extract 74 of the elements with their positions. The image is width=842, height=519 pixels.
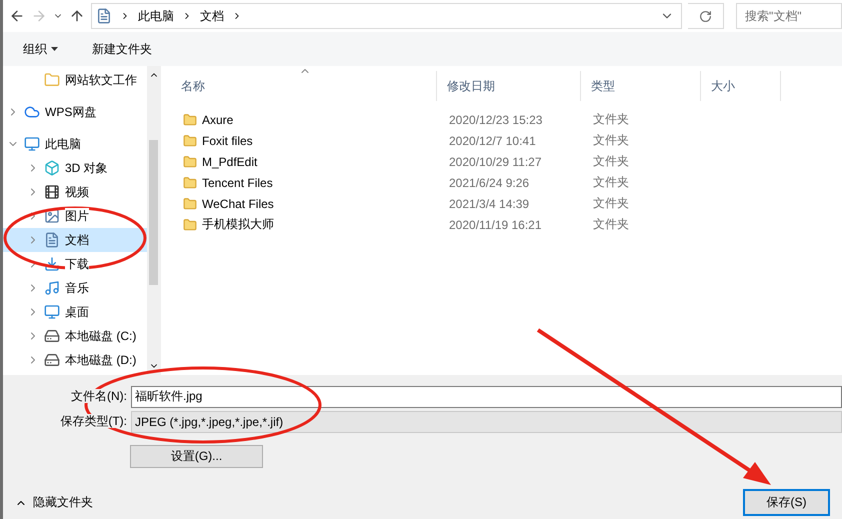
sidebar-item[interactable]: 图片 xyxy=(3,204,147,228)
sidebar-item[interactable]: WPS网盘 xyxy=(3,100,147,124)
file-name[interactable]: WeChat Files xyxy=(171,196,437,210)
file-name[interactable]: 手机模拟大师 xyxy=(171,216,437,233)
file-type: 文件夹 xyxy=(592,195,630,212)
new-folder-button[interactable]: 新建文件夹 xyxy=(90,38,154,60)
sidebar-item[interactable]: 3D 对象 xyxy=(3,156,147,180)
sidebar-item[interactable]: 本地磁盘 (D:) xyxy=(3,348,147,372)
folder-icon xyxy=(44,72,60,88)
arrow-right-icon xyxy=(31,8,47,24)
file-type: 文件夹 xyxy=(592,216,630,233)
hide-folders-toggle[interactable]: 隐藏文件夹 xyxy=(15,494,93,511)
folder-icon xyxy=(183,176,197,190)
folder-icon xyxy=(183,154,197,168)
cube-icon xyxy=(44,160,60,176)
file-name[interactable]: Axure xyxy=(171,112,437,126)
file-type: 文件夹 xyxy=(592,174,630,191)
file-name[interactable]: Foxit files xyxy=(171,134,437,148)
refresh-icon xyxy=(699,10,712,22)
sidebar-item[interactable]: 视频 xyxy=(3,180,147,204)
music-icon xyxy=(44,280,60,296)
field-label: 文件名(N): xyxy=(71,389,127,403)
back-button[interactable] xyxy=(9,8,25,24)
folder-icon xyxy=(183,218,197,232)
sidebar-item[interactable]: 音乐 xyxy=(3,276,147,300)
modified-date: 2020/12/23 15:23 xyxy=(448,112,544,126)
drive-icon xyxy=(44,352,60,368)
download-icon xyxy=(44,256,60,272)
file-type: 文件夹 xyxy=(592,132,630,149)
organize-menu[interactable]: 组织 xyxy=(21,38,60,60)
modified-date: 2020/10/29 11:27 xyxy=(448,154,543,168)
desktop-icon xyxy=(44,304,60,320)
field-label: 保存类型(T): xyxy=(60,414,127,428)
folder-icon xyxy=(183,196,197,210)
video-icon xyxy=(44,184,60,200)
breadcrumb[interactable]: 此电脑 xyxy=(138,8,174,24)
refresh-button[interactable] xyxy=(688,3,724,29)
document-icon xyxy=(96,8,112,24)
drive-icon xyxy=(44,328,60,344)
save-button[interactable]: 保存(S) xyxy=(743,489,830,516)
file-name[interactable]: Tencent Files xyxy=(171,176,437,190)
modified-date: 2020/11/19 16:21 xyxy=(448,218,543,232)
sidebar-item[interactable]: 下载 xyxy=(3,252,147,276)
folder-icon xyxy=(183,112,197,126)
column-header[interactable]: 类型 xyxy=(581,71,701,101)
file-type: 文件夹 xyxy=(592,153,630,170)
file-type-dropdown[interactable]: JPEG (*.jpg,*.jpeg,*.jpe,*.jif) xyxy=(131,410,842,432)
sidebar-item[interactable]: 网站软文工作 xyxy=(3,68,147,92)
scrollbar[interactable] xyxy=(147,66,160,375)
column-header[interactable]: 名称 xyxy=(171,71,437,101)
picture-icon xyxy=(44,208,60,224)
sidebar-item[interactable]: 此电脑 xyxy=(3,132,147,156)
filename-field[interactable]: 福昕软件.jpg xyxy=(131,386,842,408)
pc-icon xyxy=(24,136,40,152)
search-field[interactable]: 搜索"文档" xyxy=(736,3,842,29)
file-name[interactable]: M_PdfEdit xyxy=(171,154,437,168)
document-icon xyxy=(44,232,60,248)
modified-date: 2020/12/7 10:41 xyxy=(448,134,537,148)
column-header[interactable]: 大小 xyxy=(701,71,781,101)
breadcrumb[interactable]: 文档 xyxy=(200,8,224,24)
cloud-icon xyxy=(24,104,40,120)
settings-button[interactable]: 设置(G)... xyxy=(130,445,263,468)
folder-icon xyxy=(183,134,197,148)
up-button[interactable] xyxy=(69,8,85,24)
caret-down-icon xyxy=(51,47,58,51)
modified-date: 2021/6/24 9:26 xyxy=(448,176,530,190)
column-header[interactable]: 修改日期 xyxy=(437,71,581,101)
sidebar-item[interactable]: 桌面 xyxy=(3,300,147,324)
sidebar-item[interactable]: 文档 xyxy=(3,228,147,252)
sidebar-item[interactable]: 本地磁盘 (C:) xyxy=(3,324,147,348)
forward-button[interactable] xyxy=(31,8,47,24)
address-bar[interactable]: 此电脑 文档 xyxy=(91,3,682,29)
modified-date: 2021/3/4 14:39 xyxy=(448,196,530,210)
file-type: 文件夹 xyxy=(592,111,630,128)
